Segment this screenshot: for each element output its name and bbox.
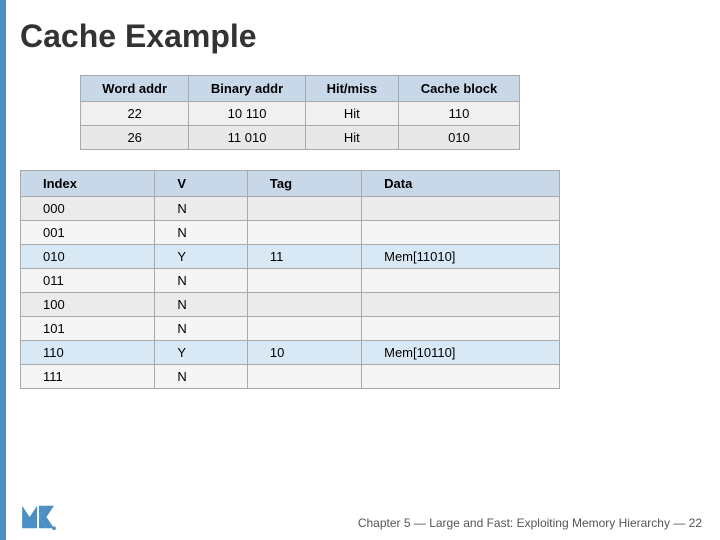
bottom-cell-7-0: 111 (21, 365, 155, 389)
bottom-table-header-1: V (155, 171, 248, 197)
bottom-cell-2-3: Mem[11010] (362, 245, 560, 269)
table-row: 111N (21, 365, 560, 389)
page-title: Cache Example (20, 18, 702, 55)
mk-logo (20, 502, 58, 532)
bottom-cell-1-1: N (155, 221, 248, 245)
top-cell-0-3: 110 (398, 102, 519, 126)
bottom-cell-3-1: N (155, 269, 248, 293)
bottom-cell-2-2: 11 (247, 245, 361, 269)
bottom-cell-6-3: Mem[10110] (362, 341, 560, 365)
top-cell-1-3: 010 (398, 126, 519, 150)
table-row: 2210 110Hit110 (81, 102, 520, 126)
bottom-cell-1-2 (247, 221, 361, 245)
bottom-cell-7-1: N (155, 365, 248, 389)
bottom-cell-5-1: N (155, 317, 248, 341)
bottom-cell-6-0: 110 (21, 341, 155, 365)
top-table: Word addrBinary addrHit/missCache block … (80, 75, 520, 150)
top-cell-0-1: 10 110 (189, 102, 305, 126)
bottom-cell-4-0: 100 (21, 293, 155, 317)
top-cell-1-2: Hit (305, 126, 398, 150)
bottom-cell-3-0: 011 (21, 269, 155, 293)
left-accent-bar (0, 0, 6, 540)
bottom-cell-4-2 (247, 293, 361, 317)
bottom-table-header-3: Data (362, 171, 560, 197)
table-row: 000N (21, 197, 560, 221)
top-table-header-3: Cache block (398, 76, 519, 102)
table-row: 011N (21, 269, 560, 293)
bottom-cell-7-3 (362, 365, 560, 389)
top-table-header-2: Hit/miss (305, 76, 398, 102)
table-row: 101N (21, 317, 560, 341)
bottom-cell-4-1: N (155, 293, 248, 317)
bottom-cell-5-3 (362, 317, 560, 341)
top-cell-0-0: 22 (81, 102, 189, 126)
top-cell-1-1: 11 010 (189, 126, 305, 150)
main-content: Cache Example Word addrBinary addrHit/mi… (20, 18, 702, 522)
bottom-cell-2-1: Y (155, 245, 248, 269)
bottom-table-header-2: Tag (247, 171, 361, 197)
bottom-cell-3-3 (362, 269, 560, 293)
bottom-cell-5-2 (247, 317, 361, 341)
table-row: 001N (21, 221, 560, 245)
table-row: 110Y10Mem[10110] (21, 341, 560, 365)
bottom-cell-0-2 (247, 197, 361, 221)
bottom-cell-1-3 (362, 221, 560, 245)
bottom-table-header-0: Index (21, 171, 155, 197)
bottom-cell-7-2 (247, 365, 361, 389)
bottom-table: IndexVTagData 000N001N010Y11Mem[11010]01… (20, 170, 560, 389)
bottom-cell-5-0: 101 (21, 317, 155, 341)
bottom-cell-1-0: 001 (21, 221, 155, 245)
bottom-cell-0-0: 000 (21, 197, 155, 221)
top-table-header-row: Word addrBinary addrHit/missCache block (81, 76, 520, 102)
bottom-table-header-row: IndexVTagData (21, 171, 560, 197)
bottom-cell-4-3 (362, 293, 560, 317)
bottom-cell-0-3 (362, 197, 560, 221)
table-row: 010Y11Mem[11010] (21, 245, 560, 269)
table-row: 2611 010Hit010 (81, 126, 520, 150)
top-table-header-1: Binary addr (189, 76, 305, 102)
bottom-cell-3-2 (247, 269, 361, 293)
top-cell-1-0: 26 (81, 126, 189, 150)
bottom-cell-0-1: N (155, 197, 248, 221)
top-cell-0-2: Hit (305, 102, 398, 126)
top-table-header-0: Word addr (81, 76, 189, 102)
bottom-cell-6-2: 10 (247, 341, 361, 365)
bottom-cell-6-1: Y (155, 341, 248, 365)
mk-logo-icon (20, 502, 58, 532)
footer-text: Chapter 5 — Large and Fast: Exploiting M… (358, 516, 702, 530)
bottom-cell-2-0: 010 (21, 245, 155, 269)
table-row: 100N (21, 293, 560, 317)
